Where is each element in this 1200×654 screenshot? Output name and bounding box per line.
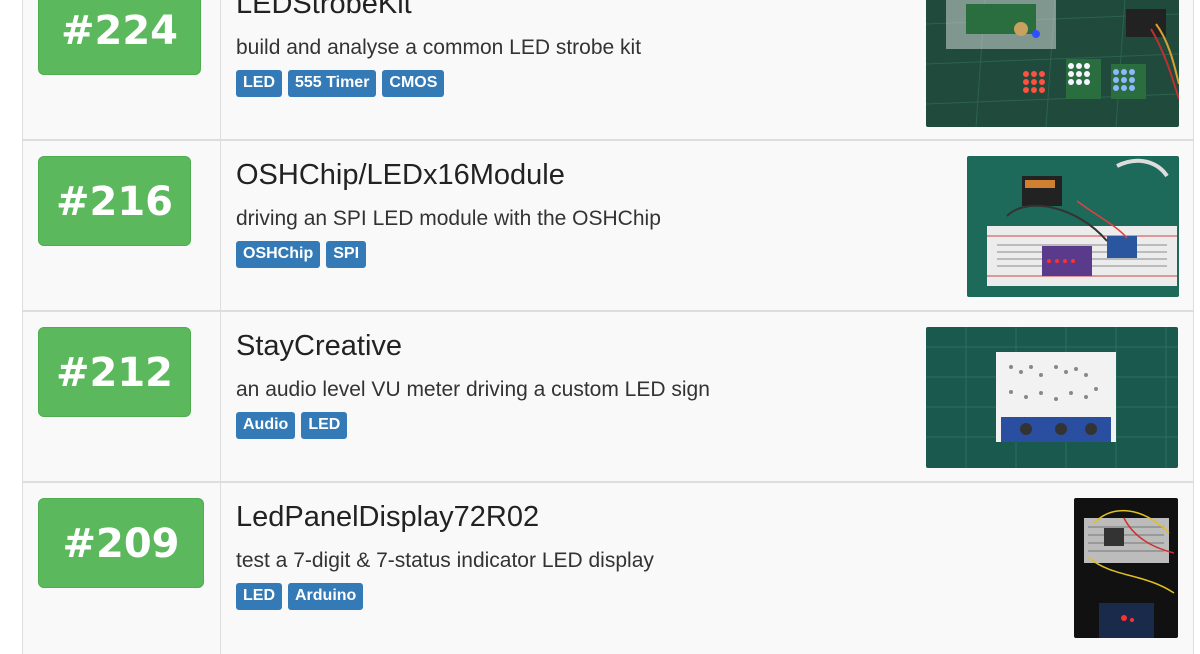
project-description: test a 7-digit & 7-status indicator LED …: [236, 549, 654, 572]
tag-label[interactable]: 555 Timer: [288, 70, 377, 97]
project-details-cell: LEDStrobeKit build and analyse a common …: [236, 0, 1193, 139]
project-title[interactable]: LedPanelDisplay72R02: [236, 501, 539, 534]
project-number-badge[interactable]: #212: [38, 327, 191, 417]
number-cell: #209: [23, 483, 221, 654]
tag-label[interactable]: LED: [236, 583, 282, 610]
project-title[interactable]: LEDStrobeKit: [236, 0, 412, 21]
tag-list: Audio LED: [236, 412, 348, 439]
project-number-badge[interactable]: #216: [38, 156, 191, 246]
tag-label[interactable]: Audio: [236, 412, 296, 439]
table-row: #212 StayCreative an audio level VU mete…: [23, 312, 1193, 483]
number-cell: #216: [23, 141, 221, 310]
tag-label[interactable]: SPI: [326, 241, 367, 268]
project-thumbnail[interactable]: [926, 0, 1179, 127]
project-title[interactable]: StayCreative: [236, 330, 402, 363]
project-details-cell: StayCreative an audio level VU meter dri…: [236, 312, 1193, 481]
projects-table: #224 LEDStrobeKit build and analyse a co…: [22, 0, 1194, 654]
project-details-cell: LedPanelDisplay72R02 test a 7-digit & 7-…: [236, 483, 1193, 654]
tag-list: OSHChip SPI: [236, 241, 367, 268]
project-description: an audio level VU meter driving a custom…: [236, 378, 710, 401]
project-description: build and analyse a common LED strobe ki…: [236, 36, 642, 59]
tag-list: LED Arduino: [236, 583, 364, 610]
led-panel-display-photo-icon: [1074, 498, 1178, 638]
table-row: #216 OSHChip/LEDx16Module driving an SPI…: [23, 141, 1193, 312]
table-row: #224 LEDStrobeKit build and analyse a co…: [23, 0, 1193, 141]
number-cell: #212: [23, 312, 221, 481]
project-thumbnail[interactable]: [967, 156, 1179, 297]
project-number-badge[interactable]: #224: [38, 0, 201, 75]
project-details-cell: OSHChip/LEDx16Module driving an SPI LED …: [236, 141, 1193, 310]
tag-label[interactable]: LED: [301, 412, 348, 439]
tag-list: LED 555 Timer CMOS: [236, 70, 445, 97]
oshchip-breadboard-photo-icon: [967, 156, 1179, 297]
tag-label[interactable]: CMOS: [382, 70, 445, 97]
vu-meter-sign-photo-icon: [926, 327, 1178, 468]
project-thumbnail[interactable]: [926, 327, 1178, 468]
led-strobe-kit-photo-icon: [926, 0, 1179, 127]
tag-label[interactable]: OSHChip: [236, 241, 321, 268]
tag-label[interactable]: Arduino: [288, 583, 364, 610]
tag-label[interactable]: LED: [236, 70, 282, 97]
project-number-badge[interactable]: #209: [38, 498, 204, 588]
project-title[interactable]: OSHChip/LEDx16Module: [236, 159, 565, 192]
project-description: driving an SPI LED module with the OSHCh…: [236, 207, 661, 230]
table-row: #209 LedPanelDisplay72R02 test a 7-digit…: [23, 483, 1193, 654]
project-thumbnail[interactable]: [1074, 498, 1178, 638]
number-cell: #224: [23, 0, 221, 139]
